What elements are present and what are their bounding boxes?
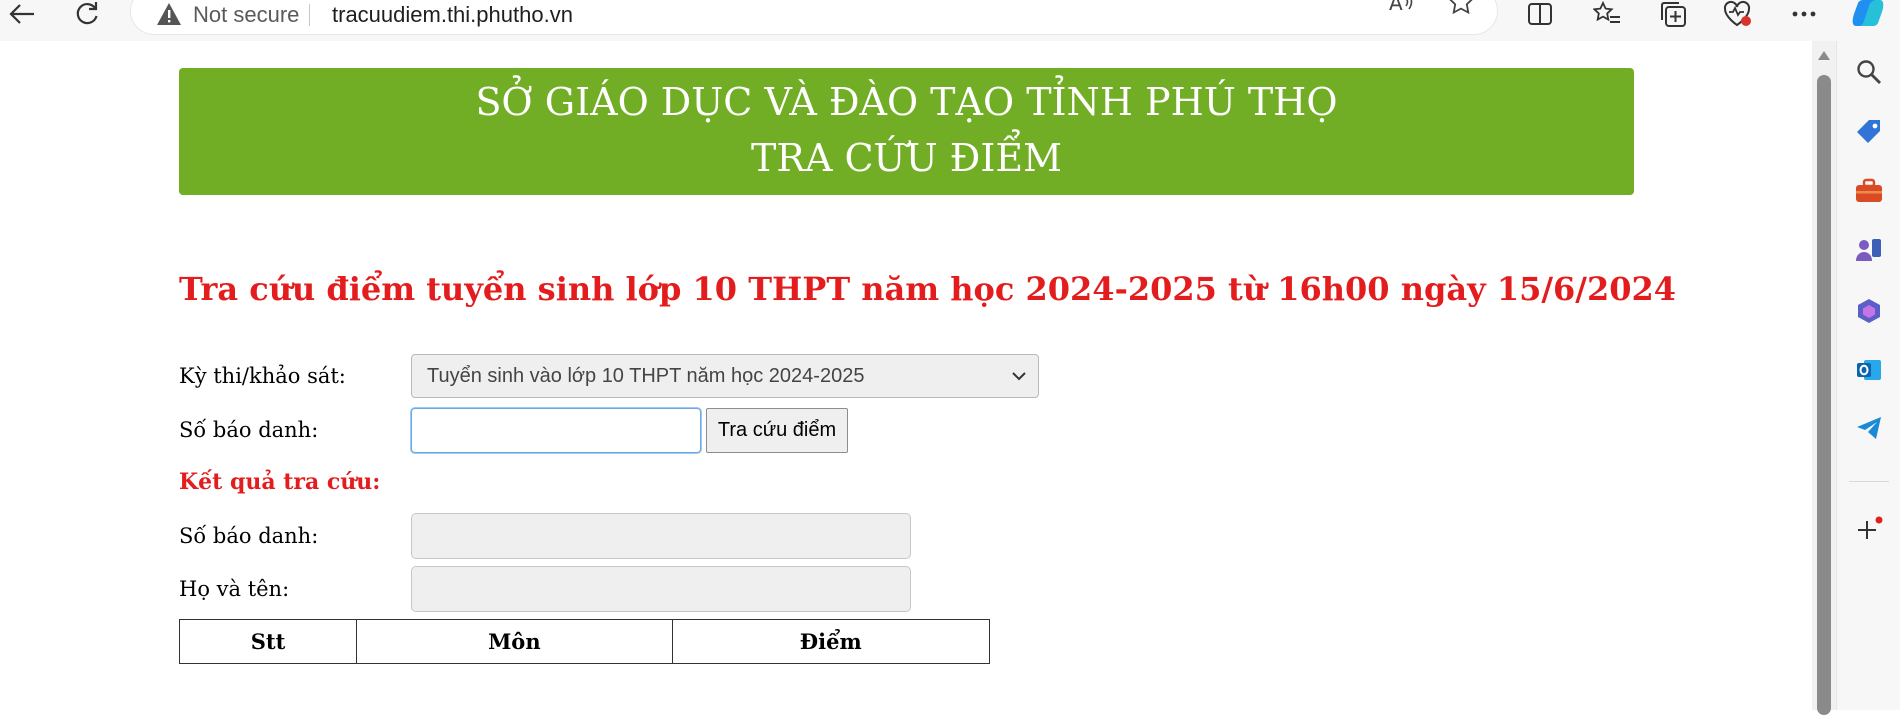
exam-select-value: Tuyển sinh vào lớp 10 THPT năm học 2024-…: [427, 365, 865, 387]
tools-icon[interactable]: [1853, 175, 1885, 207]
not-secure-label[interactable]: Not secure: [193, 2, 299, 28]
scroll-thumb[interactable]: [1817, 75, 1831, 715]
back-icon[interactable]: [2, 0, 42, 28]
warning-icon[interactable]: [156, 2, 182, 28]
result-name-field: [411, 566, 911, 612]
microsoft365-icon[interactable]: [1853, 295, 1885, 327]
read-aloud-icon[interactable]: A: [1380, 0, 1424, 16]
refresh-icon[interactable]: [67, 0, 107, 28]
svg-text:A: A: [1389, 0, 1403, 14]
add-icon[interactable]: [1853, 515, 1885, 547]
search-scores-button[interactable]: Tra cứu điểm: [706, 408, 848, 453]
candidate-number-input[interactable]: [411, 408, 701, 453]
outlook-icon[interactable]: [1853, 354, 1885, 386]
collections-icon[interactable]: [1651, 0, 1695, 28]
favorites-icon[interactable]: [1585, 0, 1629, 28]
scores-table: Stt Môn Điểm: [178, 619, 991, 664]
shopping-tag-icon[interactable]: [1853, 116, 1885, 148]
sidebar-divider: [1849, 481, 1889, 482]
url-separator: [309, 4, 310, 26]
chevron-down-icon: [1010, 367, 1028, 385]
table-header-row: Stt Môn Điểm: [178, 619, 991, 664]
split-screen-icon[interactable]: [1518, 0, 1562, 28]
header-banner: SỞ GIÁO DỤC VÀ ĐÀO TẠO TỈNH PHÚ THỌ TRA …: [179, 68, 1634, 195]
banner-department-title: SỞ GIÁO DỤC VÀ ĐÀO TẠO TỈNH PHÚ THỌ: [475, 80, 1338, 124]
copilot-icon[interactable]: [1846, 0, 1890, 28]
result-candidate-number-label: Số báo danh:: [179, 524, 319, 548]
scroll-up-arrow-icon[interactable]: [1818, 51, 1830, 60]
browser-sidebar: [1836, 41, 1900, 710]
browser-essentials-icon[interactable]: [1716, 0, 1760, 28]
games-icon[interactable]: [1853, 234, 1885, 266]
browser-toolbar: Not secure tracuudiem.thi.phutho.vn A: [0, 0, 1900, 41]
favorite-star-icon[interactable]: [1439, 0, 1483, 16]
result-title: Kết quả tra cứu:: [179, 469, 381, 495]
more-icon[interactable]: [1782, 0, 1826, 28]
result-name-label: Họ và tên:: [179, 577, 290, 601]
telegram-icon[interactable]: [1853, 412, 1885, 444]
column-header-score: Điểm: [671, 619, 991, 664]
url-text[interactable]: tracuudiem.thi.phutho.vn: [332, 2, 573, 28]
exam-select[interactable]: Tuyển sinh vào lớp 10 THPT năm học 2024-…: [411, 354, 1039, 398]
exam-label: Kỳ thi/khảo sát:: [179, 364, 346, 388]
address-bar[interactable]: Not secure tracuudiem.thi.phutho.vn A: [131, 0, 1497, 34]
column-header-subject: Môn: [356, 619, 673, 664]
result-candidate-number-field: [411, 513, 911, 559]
candidate-number-label: Số báo danh:: [179, 418, 319, 442]
announcement-headline: Tra cứu điểm tuyển sinh lớp 10 THPT năm …: [179, 270, 1677, 308]
column-header-stt: Stt: [178, 619, 358, 664]
search-icon[interactable]: [1853, 56, 1885, 88]
banner-page-title: TRA CỨU ĐIỂM: [750, 136, 1062, 180]
page-scrollbar[interactable]: [1812, 41, 1836, 715]
